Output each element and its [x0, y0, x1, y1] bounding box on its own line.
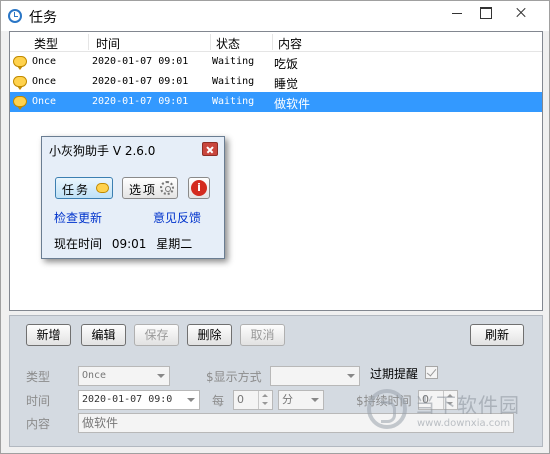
popup-title: 小灰狗助手 V 2.6.0 [49, 144, 156, 158]
row-status: Waiting [212, 56, 255, 67]
type-select-value: Once [82, 370, 107, 381]
maximize-button[interactable] [471, 1, 499, 23]
add-button[interactable]: 新增 [26, 324, 71, 346]
watermark-url: www.downxia.com [417, 418, 511, 429]
row-time: 2020-01-07 09:01 [92, 76, 189, 87]
type-select[interactable]: Once [78, 366, 170, 386]
row-content: 吃饭 [274, 57, 299, 71]
row-content: 睡觉 [274, 77, 299, 91]
watermark-name: 当下软件园 [415, 393, 520, 417]
speech-bubble-icon [96, 183, 109, 193]
refresh-button[interactable]: 刷新 [470, 324, 524, 346]
weekday-value: 星期二 [156, 237, 193, 251]
column-divider[interactable] [272, 34, 273, 50]
watermark: 当下软件园 www.downxia.com [363, 385, 547, 441]
row-content: 做软件 [274, 97, 311, 111]
overdue-reminder-checkbox[interactable] [425, 366, 438, 379]
task-window: 任务 类型 时间 状态 内容 Once 2020-01-07 09:01 Wai… [0, 0, 550, 454]
title-bar[interactable]: 任务 [1, 1, 549, 31]
edit-button[interactable]: 编辑 [81, 324, 126, 346]
chevron-down-icon [157, 374, 165, 378]
site-logo-icon [367, 389, 407, 429]
info-icon: i [191, 180, 207, 196]
content-label: 内容 [26, 417, 51, 431]
task-button[interactable]: 任务 [55, 177, 113, 199]
current-time-label: 现在时间 [54, 237, 103, 251]
list-header: 类型 时间 状态 内容 [10, 32, 542, 52]
clock-icon [8, 9, 22, 23]
time-picker[interactable]: 2020-01-07 09:0 [78, 390, 200, 410]
save-button[interactable]: 保存 [134, 324, 179, 346]
options-button-label: 选项 [129, 183, 158, 197]
options-button[interactable]: 选项 [122, 177, 178, 199]
row-type: Once [32, 76, 57, 87]
display-mode-select[interactable] [270, 366, 360, 386]
assistant-popup: 小灰狗助手 V 2.6.0 任务 选项 i 检查更新 意见反馈 现在时间 09:… [41, 136, 225, 259]
column-header-status[interactable]: 状态 [216, 35, 240, 52]
delete-button[interactable]: 删除 [187, 324, 232, 346]
row-status: Waiting [212, 76, 255, 87]
close-button[interactable] [499, 1, 543, 23]
table-row-selected[interactable]: Once 2020-01-07 09:01 Waiting 做软件 [10, 92, 542, 112]
current-time-status: 现在时间 09:01 星期二 [54, 235, 198, 252]
window-title: 任务 [29, 10, 57, 26]
info-button[interactable]: i [188, 177, 210, 199]
speech-bubble-icon [13, 56, 27, 70]
interval-value: 0 [237, 393, 244, 406]
cancel-button[interactable]: 取消 [240, 324, 285, 346]
chevron-down-icon [347, 374, 355, 378]
time-label: 时间 [26, 394, 51, 408]
speech-bubble-icon [13, 76, 27, 90]
chevron-down-icon [311, 398, 319, 402]
task-button-label: 任务 [62, 183, 91, 197]
type-label: 类型 [26, 370, 51, 384]
row-time: 2020-01-07 09:01 [92, 56, 189, 67]
gear-icon [160, 181, 174, 195]
overdue-reminder-label: 过期提醒 [370, 367, 419, 381]
row-type: Once [32, 96, 57, 107]
display-mode-label: $显示方式 [206, 370, 262, 384]
table-row[interactable]: Once 2020-01-07 09:01 Waiting 睡觉 [10, 72, 542, 92]
current-time-value: 09:01 [111, 237, 147, 251]
popup-close-button[interactable] [202, 142, 218, 156]
interval-stepper[interactable]: 0 [233, 390, 273, 410]
row-time: 2020-01-07 09:01 [92, 96, 189, 107]
spin-arrows-icon[interactable] [258, 391, 272, 409]
column-header-type[interactable]: 类型 [34, 35, 58, 52]
chevron-down-icon [187, 398, 195, 402]
row-status: Waiting [212, 96, 255, 107]
table-row[interactable]: Once 2020-01-07 09:01 Waiting 吃饭 [10, 52, 542, 72]
row-type: Once [32, 56, 57, 67]
feedback-link[interactable]: 意见反馈 [153, 209, 201, 226]
column-divider[interactable] [210, 34, 211, 50]
time-picker-value: 2020-01-07 09:0 [82, 394, 173, 405]
minimize-button[interactable] [443, 1, 471, 23]
interval-unit-value: 分 [282, 393, 293, 406]
check-update-link[interactable]: 检查更新 [54, 209, 102, 226]
every-label: 每 [212, 394, 225, 408]
column-header-content[interactable]: 内容 [278, 35, 302, 52]
interval-unit-select[interactable]: 分 [278, 390, 324, 410]
column-header-time[interactable]: 时间 [96, 35, 120, 52]
column-divider[interactable] [88, 34, 89, 50]
speech-bubble-icon [13, 96, 27, 110]
